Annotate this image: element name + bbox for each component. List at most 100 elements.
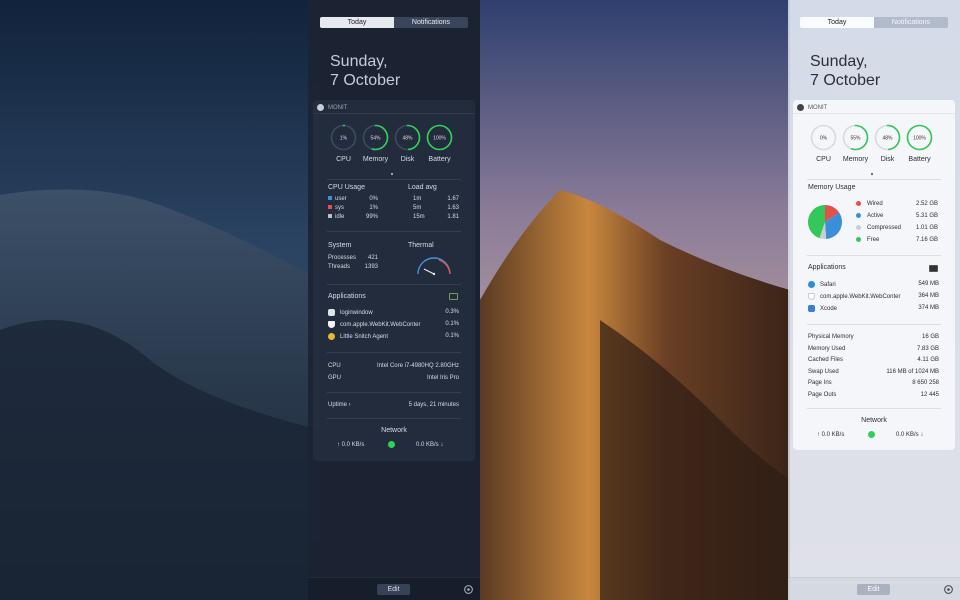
user-swatch bbox=[328, 196, 332, 201]
stat-value: 12 445 bbox=[920, 392, 939, 398]
app-name: com.apple.WebKit.WebConter bbox=[340, 322, 421, 329]
page-indicator[interactable] bbox=[871, 173, 873, 175]
cpu-idle-row: idle 99% bbox=[328, 214, 378, 220]
wired-swatch bbox=[856, 201, 861, 206]
tab-today[interactable]: Today bbox=[800, 17, 874, 28]
stat-label: Swap Used bbox=[808, 369, 839, 375]
widget-header: MONIT bbox=[317, 103, 347, 112]
memory-usage-heading: Memory Usage bbox=[808, 184, 856, 191]
gauge-cpu-value: 0% bbox=[820, 135, 828, 141]
document-icon bbox=[328, 309, 335, 316]
widget-header: MONIT bbox=[797, 103, 827, 112]
memory-active-label: Active bbox=[867, 213, 884, 220]
gauge-memory-value: 54% bbox=[370, 135, 381, 141]
memory-active-value: 5.31 GB bbox=[915, 213, 938, 219]
gauge-cpu[interactable]: 0% CPU bbox=[810, 124, 837, 163]
network-heading: Network bbox=[861, 417, 887, 424]
memory-pie-chart bbox=[808, 205, 842, 239]
gauge-disk-value: 48% bbox=[402, 135, 413, 141]
gear-icon[interactable] bbox=[943, 584, 954, 595]
thermal-heading: Thermal bbox=[408, 242, 434, 249]
app-name: com.apple.WebKit.WebConter bbox=[820, 294, 901, 301]
load-5m-row: 5m 1.63 bbox=[413, 205, 459, 211]
gauge-memory-value: 55% bbox=[850, 135, 861, 141]
app-value: 549 MB bbox=[918, 281, 939, 287]
widget-title: MONIT bbox=[808, 104, 828, 111]
widget-title: MONIT bbox=[328, 104, 348, 111]
shield-icon bbox=[808, 293, 815, 300]
app-row[interactable]: com.apple.WebKit.WebConter 0.1% bbox=[328, 321, 459, 328]
cpu-sys-value: 1% bbox=[369, 205, 378, 211]
gauge-memory[interactable]: 54% Memory bbox=[362, 124, 389, 163]
compressed-swatch bbox=[856, 225, 861, 230]
bottom-bar: Edit bbox=[308, 577, 480, 600]
page-outs-row: Page Outs 12 445 bbox=[808, 392, 939, 398]
segmented-control: Today Notifications bbox=[320, 17, 468, 28]
gauge-battery-label: Battery bbox=[908, 156, 931, 163]
tab-today[interactable]: Today bbox=[320, 17, 394, 28]
cpu-model-row: CPU Intel Core i7-4980HQ 2.80GHz bbox=[328, 363, 459, 369]
gauge-cpu[interactable]: 1% CPU bbox=[330, 124, 357, 163]
activity-monitor-icon[interactable] bbox=[929, 265, 938, 272]
network-download: 0.0 KB/s ↓ bbox=[416, 442, 444, 448]
date-day: 7 October bbox=[330, 72, 401, 89]
network-status-dot bbox=[388, 441, 395, 448]
idle-swatch bbox=[328, 214, 332, 219]
app-name: Little Snitch Agent bbox=[340, 334, 389, 341]
gauge-memory[interactable]: 55% Memory bbox=[842, 124, 869, 163]
memory-free-value: 7.16 GB bbox=[915, 237, 938, 243]
gauge-disk[interactable]: 48% Disk bbox=[394, 124, 421, 163]
uptime-row[interactable]: Uptime › 5 days, 21 minutes bbox=[328, 402, 459, 408]
snitch-icon bbox=[328, 333, 335, 340]
processes-label: Processes bbox=[328, 255, 357, 261]
app-row[interactable]: Little Snitch Agent 0.1% bbox=[328, 333, 459, 340]
gauge-disk[interactable]: 48% Disk bbox=[874, 124, 901, 163]
divider bbox=[327, 231, 461, 232]
page-indicator[interactable] bbox=[391, 173, 393, 175]
memory-free-row: Free 7.16 GB bbox=[856, 237, 938, 243]
app-value: 364 MB bbox=[918, 293, 939, 299]
app-value: 0.3% bbox=[445, 309, 459, 315]
memory-wired-row: Wired 2.52 GB bbox=[856, 201, 938, 207]
activity-monitor-icon[interactable] bbox=[449, 293, 458, 300]
memory-wired-label: Wired bbox=[867, 201, 883, 208]
cpu-sys-row: sys 1% bbox=[328, 205, 378, 211]
monit-logo-icon bbox=[317, 104, 324, 111]
load-5m-value: 1.63 bbox=[447, 205, 459, 211]
divider bbox=[807, 324, 941, 325]
sys-swatch bbox=[328, 205, 332, 210]
threads-value: 1393 bbox=[364, 264, 378, 270]
safari-icon bbox=[808, 281, 815, 288]
gauge-battery[interactable]: 100% Battery bbox=[426, 124, 453, 163]
gear-icon[interactable] bbox=[463, 584, 474, 595]
load-1m-value: 1.67 bbox=[447, 196, 459, 202]
free-swatch bbox=[856, 237, 861, 242]
edit-button[interactable]: Edit bbox=[377, 584, 410, 595]
app-row[interactable]: Safari 549 MB bbox=[808, 281, 939, 288]
app-value: 374 MB bbox=[918, 305, 939, 311]
edit-button[interactable]: Edit bbox=[857, 584, 890, 595]
date-heading: Sunday, 7 October bbox=[330, 52, 400, 90]
cpu-sys-label: sys bbox=[335, 205, 344, 211]
date-heading: Sunday, 7 October bbox=[810, 52, 880, 90]
gauge-battery[interactable]: 100% Battery bbox=[906, 124, 933, 163]
app-row[interactable]: Xcode 374 MB bbox=[808, 305, 939, 312]
monit-widget: MONIT 1% CPU 54% Memory 48% Disk 100% Ba… bbox=[313, 100, 475, 461]
uptime-label[interactable]: Uptime › bbox=[328, 402, 351, 408]
cpu-user-row: user 0% bbox=[328, 196, 378, 202]
app-name: loginwindow bbox=[340, 310, 373, 317]
app-row[interactable]: com.apple.WebKit.WebConter 364 MB bbox=[808, 293, 939, 300]
divider bbox=[327, 179, 461, 180]
load-avg-heading: Load avg bbox=[408, 184, 437, 191]
stat-label: Cached Files bbox=[808, 357, 844, 363]
tab-notifications[interactable]: Notifications bbox=[874, 17, 948, 28]
divider bbox=[807, 408, 941, 409]
physical-memory-row: Physical Memory 16 GB bbox=[808, 334, 939, 340]
applications-heading: Applications bbox=[328, 293, 366, 300]
thermal-gauge-icon bbox=[417, 257, 451, 276]
monit-widget: MONIT 0% CPU 55% Memory 48% Disk 100% Ba… bbox=[793, 100, 955, 450]
divider bbox=[327, 418, 461, 419]
stat-value: 7.83 GB bbox=[916, 346, 939, 352]
tab-notifications[interactable]: Notifications bbox=[394, 17, 468, 28]
app-row[interactable]: loginwindow 0.3% bbox=[328, 309, 459, 316]
